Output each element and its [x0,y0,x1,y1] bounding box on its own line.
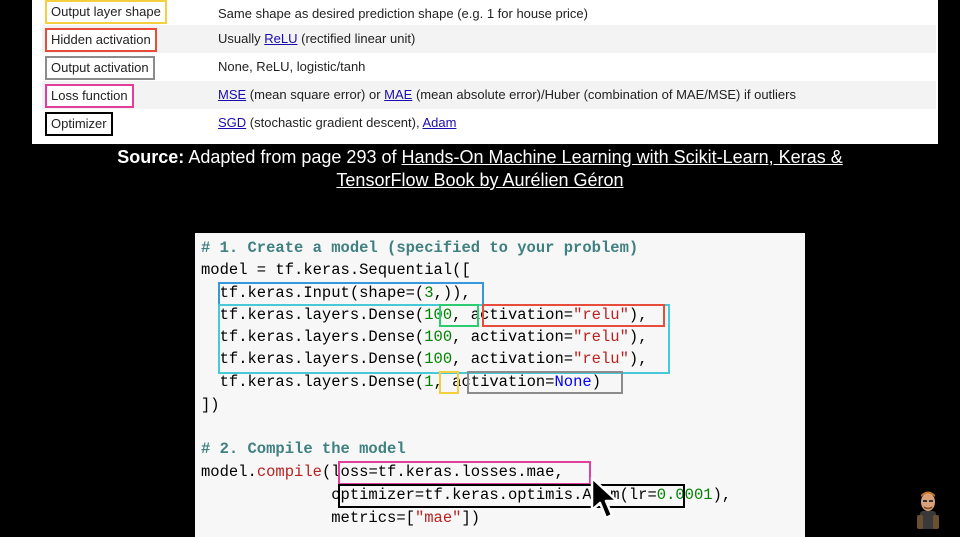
presenter-avatar [917,491,939,529]
code-line: # 1. Create a model (specified to your p… [201,239,639,257]
table-row: Hidden activation Usually ReLU (rectifie… [42,25,936,53]
mse-link[interactable]: MSE [218,87,246,102]
param-value: SGD (stochastic gradient descent), Adam [218,115,457,130]
param-label: Output activation [45,56,155,80]
param-label: Output layer shape [45,0,167,24]
param-label: Hidden activation [45,28,157,52]
code-line: model.compile(loss=tf.keras.losses.mae, [201,463,564,481]
code-line: ]) [201,396,220,414]
param-value: None, ReLU, logistic/tanh [218,59,366,74]
mouse-cursor-icon [590,476,619,520]
table-row: Loss function MSE (mean square error) or… [42,81,936,109]
code-line: tf.keras.layers.Dense(100, activation="r… [201,306,648,324]
table-row: Optimizer SGD (stochastic gradient desce… [42,109,936,137]
sgd-link[interactable]: SGD [218,115,246,130]
code-line: # 2. Compile the model [201,440,406,458]
relu-link[interactable]: ReLU [264,31,297,46]
code-line: metrics=["mae"]) [201,509,481,527]
code-line: tf.keras.layers.Dense(1, activation=None… [201,373,602,391]
code-line: tf.keras.Input(shape=(3,)), [201,284,471,302]
table-row: Output layer shape Same shape as desired… [42,0,936,28]
book-link-cont[interactable]: TensorFlow Book by Aurélien Géron [336,170,623,190]
param-value: Same shape as desired prediction shape (… [218,6,588,21]
code-line: optimizer=tf.keras.optimis.Adam(lr=0.000… [201,486,732,504]
table-row: Output activation None, ReLU, logistic/t… [42,53,936,81]
code-line: tf.keras.layers.Dense(100, activation="r… [201,328,648,346]
code-line: tf.keras.layers.Dense(100, activation="r… [201,350,648,368]
param-value: MSE (mean square error) or MAE (mean abs… [218,87,796,102]
book-link[interactable]: Hands-On Machine Learning with Scikit-Le… [401,147,842,167]
code-cell[interactable]: # 1. Create a model (specified to your p… [195,233,805,537]
source-label: Source: [117,147,185,167]
mae-link[interactable]: MAE [384,87,412,102]
param-label: Loss function [45,84,134,108]
param-value: Usually ReLU (rectified linear unit) [218,31,416,46]
adam-link[interactable]: Adam [422,115,456,130]
source-caption: Source: Adapted from page 293 of Hands-O… [40,146,920,192]
code-line: model = tf.keras.Sequential([ [201,261,471,279]
source-text: Adapted from page 293 of [184,147,402,167]
param-label: Optimizer [45,112,113,136]
hyperparameter-table: Output layer shape Same shape as desired… [32,0,938,144]
